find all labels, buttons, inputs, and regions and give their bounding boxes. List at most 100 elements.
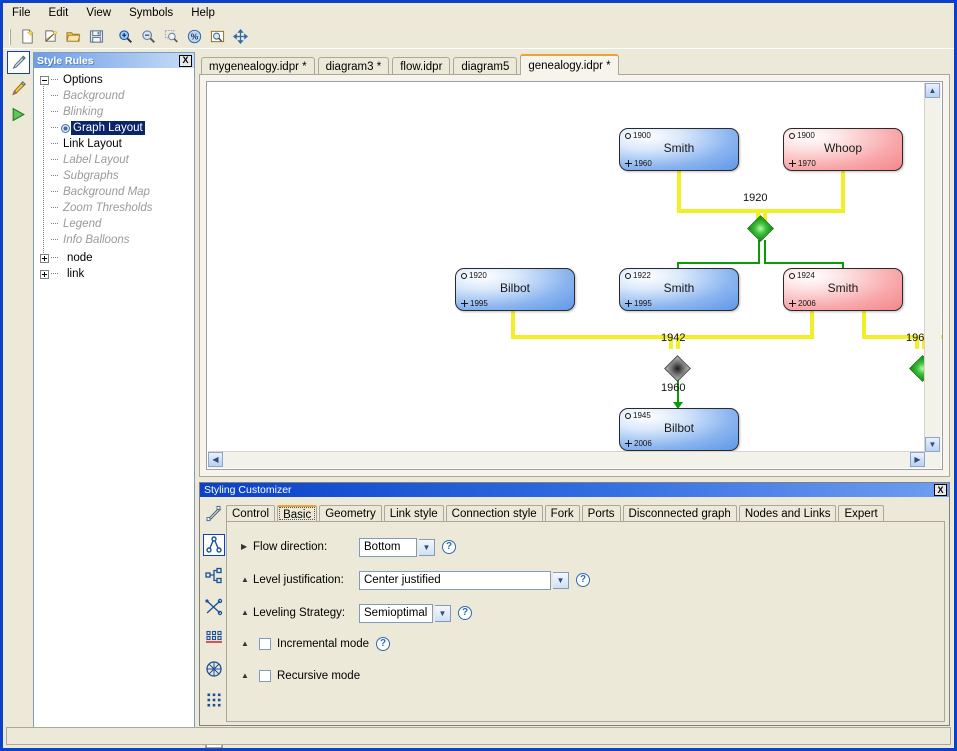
expand-marker[interactable]: ▶ <box>241 543 253 551</box>
level-justification-select[interactable]: Center justified <box>359 571 551 590</box>
tree-node-link[interactable]: link <box>38 266 194 282</box>
scrollbar-corner <box>925 452 941 468</box>
tree-item-graph-layout[interactable]: Graph Layout <box>38 120 194 136</box>
tree-node-node[interactable]: node <box>38 250 194 266</box>
fit-to-window-icon[interactable] <box>206 26 228 47</box>
tree-layout-icon[interactable] <box>203 534 225 556</box>
radio-icon[interactable] <box>61 124 70 133</box>
tree-expander-link[interactable] <box>38 266 51 282</box>
canvas-horizontal-scrollbar[interactable]: ◀ ▶ <box>208 451 925 468</box>
node-death: 2006 <box>625 439 652 448</box>
scroll-down-icon[interactable]: ▼ <box>925 437 940 452</box>
scroll-right-icon[interactable]: ▶ <box>910 452 925 467</box>
zoom-region-icon[interactable] <box>160 26 182 47</box>
tab-disconnected-graph[interactable]: Disconnected graph <box>623 505 737 522</box>
tab-genealogy[interactable]: genealogy.idpr * <box>520 54 618 75</box>
union-node-1942[interactable] <box>664 355 691 382</box>
tree-connector <box>51 266 61 282</box>
tab-fork[interactable]: Fork <box>545 505 580 522</box>
scroll-left-icon[interactable]: ◀ <box>208 452 223 467</box>
canvas-vertical-scrollbar[interactable]: ▲ ▼ <box>924 83 941 452</box>
expand-marker[interactable]: ▲ <box>241 576 253 584</box>
menu-item-file[interactable]: File <box>3 4 40 23</box>
magic-wand-icon[interactable] <box>203 503 225 525</box>
tree-node-options[interactable]: Options <box>38 72 194 88</box>
help-icon[interactable]: ? <box>576 573 590 587</box>
brush-tool-icon[interactable] <box>7 51 30 74</box>
tree-item-zoom-thresholds[interactable]: Zoom Thresholds <box>38 200 194 216</box>
chevron-down-icon[interactable]: ▼ <box>435 605 451 622</box>
tab-expert[interactable]: Expert <box>838 505 883 522</box>
scroll-up-icon[interactable]: ▲ <box>925 83 940 98</box>
expand-marker[interactable]: ▲ <box>241 672 253 680</box>
save-icon[interactable] <box>85 26 107 47</box>
menu-item-help[interactable]: Help <box>182 4 224 23</box>
menu-item-symbols[interactable]: Symbols <box>120 4 182 23</box>
tab-nodes-and-links[interactable]: Nodes and Links <box>739 505 837 522</box>
tree-expander-options[interactable] <box>38 72 51 88</box>
node-smith-1922[interactable]: 1922 Smith 1995 <box>619 268 739 311</box>
circular-layout-icon[interactable] <box>203 658 225 680</box>
death-icon <box>625 300 632 307</box>
help-icon[interactable]: ? <box>458 606 472 620</box>
node-label: Smith <box>620 281 738 295</box>
tree-item-link-layout[interactable]: Link Layout <box>38 136 194 152</box>
close-icon[interactable]: X <box>179 55 192 67</box>
expand-marker[interactable]: ▲ <box>241 640 253 648</box>
crossing-reduction-icon[interactable] <box>203 596 225 618</box>
chevron-down-icon[interactable]: ▼ <box>553 572 569 589</box>
node-smith-1900[interactable]: 1900 Smith 1960 <box>619 128 739 171</box>
tab-geometry[interactable]: Geometry <box>319 505 382 522</box>
tree-item-background[interactable]: Background <box>38 88 194 104</box>
incremental-mode-checkbox[interactable] <box>259 638 271 650</box>
death-icon <box>789 300 796 307</box>
new-icon[interactable] <box>16 26 38 47</box>
tab-link-style[interactable]: Link style <box>384 505 444 522</box>
zoom-percent-icon[interactable]: % <box>183 26 205 47</box>
expand-marker[interactable]: ▲ <box>241 609 253 617</box>
toolbar-grip[interactable] <box>9 29 12 45</box>
tree-item-info-balloons[interactable]: Info Balloons <box>38 232 194 248</box>
new-wizard-icon[interactable] <box>39 26 61 47</box>
tab-diagram5[interactable]: diagram5 <box>453 57 517 75</box>
tab-ports[interactable]: Ports <box>582 505 621 522</box>
flow-direction-select[interactable]: Bottom <box>359 538 417 557</box>
node-smith-1924[interactable]: 1924 Smith 2006 <box>783 268 903 311</box>
tab-flow[interactable]: flow.idpr <box>392 57 450 75</box>
bus-layout-icon[interactable] <box>203 627 225 649</box>
zoom-out-icon[interactable] <box>137 26 159 47</box>
node-bilbot-1945[interactable]: 1945 Bilbot 2006 <box>619 408 739 451</box>
zoom-in-icon[interactable] <box>114 26 136 47</box>
grid-layout-icon[interactable] <box>203 689 225 711</box>
tree-item-subgraphs[interactable]: Subgraphs <box>38 168 194 184</box>
leveling-strategy-select[interactable]: Semioptimal <box>359 604 433 623</box>
close-icon[interactable]: X <box>934 484 947 496</box>
run-tool-icon[interactable] <box>7 103 30 126</box>
tree-item-legend[interactable]: Legend <box>38 216 194 232</box>
pan-icon[interactable] <box>229 26 251 47</box>
tab-basic[interactable]: Basic <box>277 505 317 522</box>
union-node-1920[interactable] <box>747 215 774 242</box>
tab-diagram3[interactable]: diagram3 * <box>318 57 390 75</box>
help-icon[interactable]: ? <box>376 637 390 651</box>
tree-item-background-map[interactable]: Background Map <box>38 184 194 200</box>
node-bilbot-1920[interactable]: 1920 Bilbot 1995 <box>455 268 575 311</box>
tab-mygenealogy[interactable]: mygenealogy.idpr * <box>201 57 315 75</box>
orthogonal-layout-icon[interactable] <box>203 565 225 587</box>
recursive-mode-checkbox[interactable] <box>259 670 271 682</box>
pencil-tool-icon[interactable] <box>7 77 30 100</box>
tab-control[interactable]: Control <box>226 505 275 522</box>
open-folder-icon[interactable] <box>62 26 84 47</box>
node-birth: 1920 <box>461 271 487 280</box>
menu-item-edit[interactable]: Edit <box>40 4 78 23</box>
node-death: 1995 <box>625 299 652 308</box>
diagram-canvas[interactable]: 1900 Smith 1960 1900 Whoop <box>206 81 943 470</box>
tab-connection-style[interactable]: Connection style <box>446 505 543 522</box>
tree-expander-node[interactable] <box>38 250 51 266</box>
node-whoop-1900[interactable]: 1900 Whoop 1970 <box>783 128 903 171</box>
menu-item-view[interactable]: View <box>77 4 120 23</box>
tree-item-label-layout[interactable]: Label Layout <box>38 152 194 168</box>
chevron-down-icon[interactable]: ▼ <box>419 539 435 556</box>
tree-item-blinking[interactable]: Blinking <box>38 104 194 120</box>
help-icon[interactable]: ? <box>442 540 456 554</box>
